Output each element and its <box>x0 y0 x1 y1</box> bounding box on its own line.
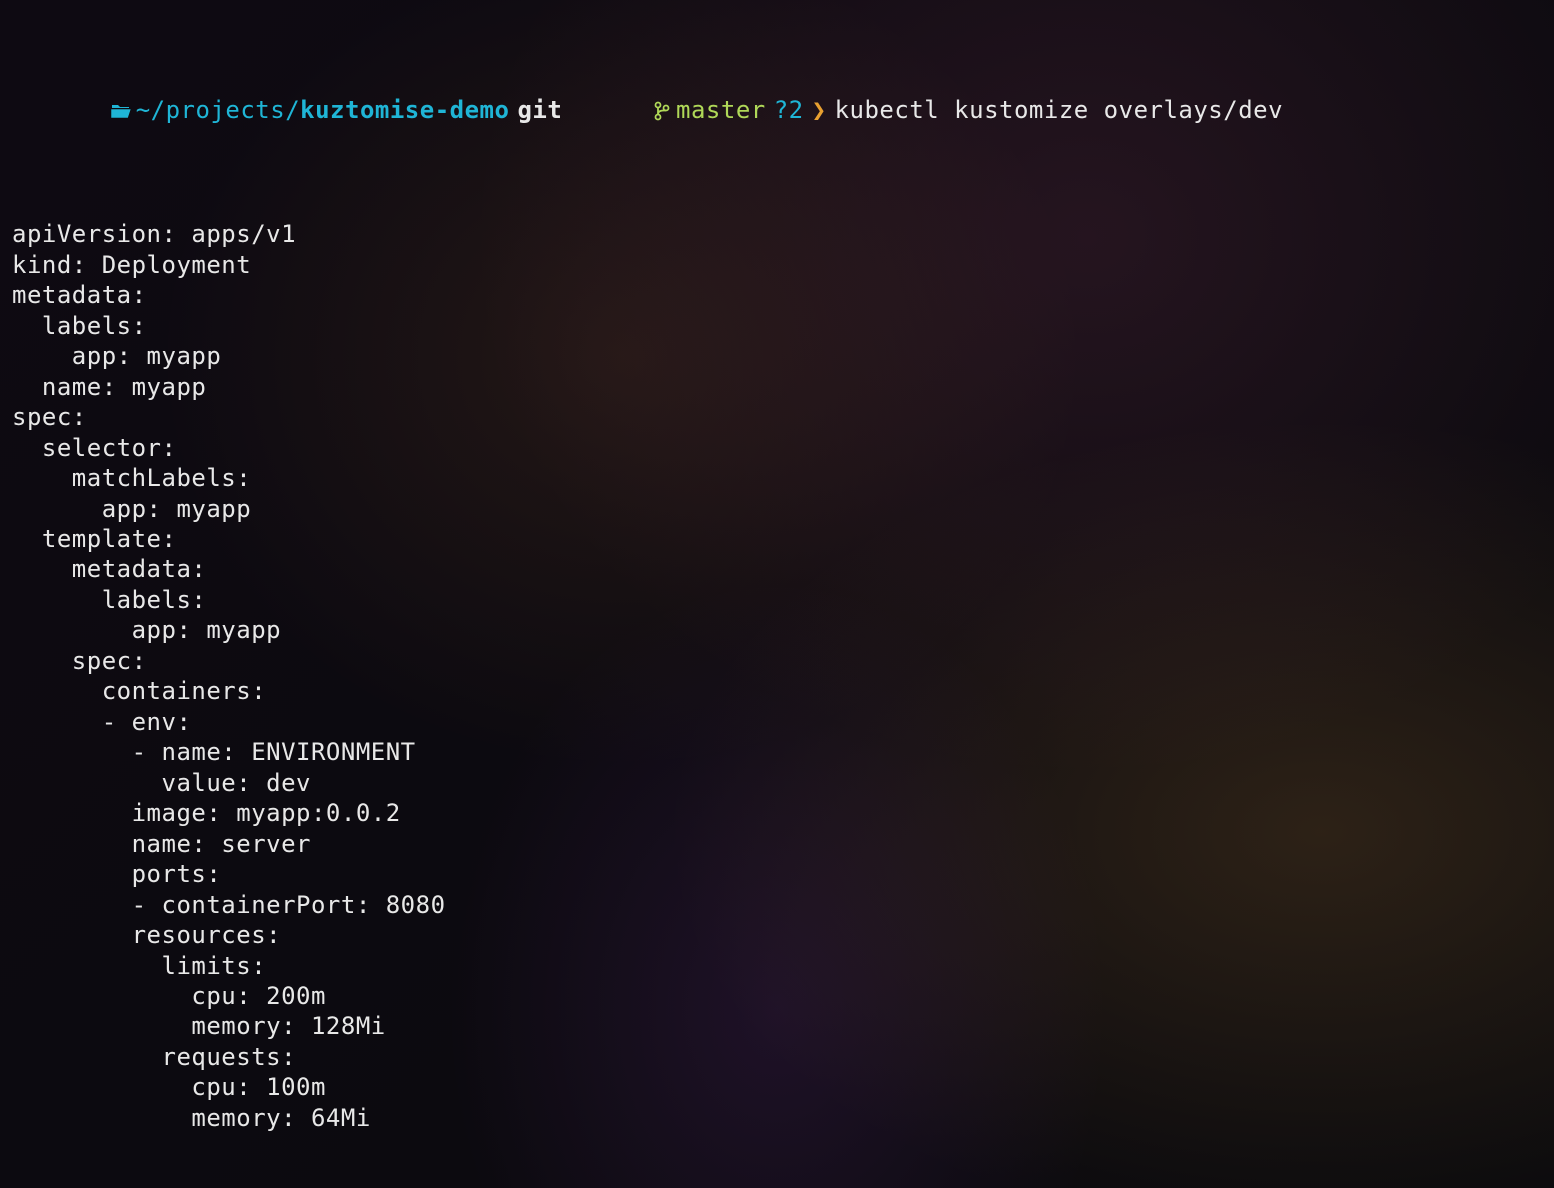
yaml-output-line: memory: 64Mi <box>12 1103 1542 1133</box>
yaml-output-line: cpu: 200m <box>12 981 1542 1011</box>
yaml-output-line: memory: 128Mi <box>12 1011 1542 1041</box>
yaml-output-line: image: myapp:0.0.2 <box>12 798 1542 828</box>
yaml-output-line: name: myapp <box>12 372 1542 402</box>
git-label: git <box>517 95 562 125</box>
yaml-output-line: selector: <box>12 433 1542 463</box>
yaml-output-line: metadata: <box>12 280 1542 310</box>
yaml-output-line: apiVersion: apps/v1 <box>12 219 1542 249</box>
branch-name: master <box>676 95 766 125</box>
yaml-output-line: - containerPort: 8080 <box>12 890 1542 920</box>
yaml-output-line: resources: <box>12 920 1542 950</box>
yaml-output-line: - name: ENVIRONMENT <box>12 737 1542 767</box>
yaml-output-line: labels: <box>12 585 1542 615</box>
yaml-output-line: cpu: 100m <box>12 1072 1542 1102</box>
yaml-output-line: matchLabels: <box>12 463 1542 493</box>
command-text: kubectl kustomize overlays/dev <box>835 95 1283 125</box>
prompt-arrow-icon: ❯ <box>812 95 827 125</box>
yaml-output-line: - env: <box>12 707 1542 737</box>
git-status-flag: ?2 <box>774 95 804 125</box>
yaml-output-line: name: server <box>12 829 1542 859</box>
yaml-output-line: app: myapp <box>12 341 1542 371</box>
branch-icon <box>564 65 670 156</box>
yaml-output-line: template: <box>12 524 1542 554</box>
yaml-output-line: containers: <box>12 676 1542 706</box>
yaml-output-line: kind: Deployment <box>12 250 1542 280</box>
yaml-output-line: ports: <box>12 859 1542 889</box>
path-prefix: ~/projects/ <box>136 95 300 125</box>
yaml-output-line: value: dev <box>12 768 1542 798</box>
yaml-output-line: requests: <box>12 1042 1542 1072</box>
yaml-output-line: spec: <box>12 646 1542 676</box>
yaml-output-line: limits: <box>12 951 1542 981</box>
command-output: apiVersion: apps/v1kind: Deploymentmetad… <box>12 219 1542 1133</box>
project-name: kuztomise-demo <box>300 95 509 125</box>
yaml-output-line: spec: <box>12 402 1542 432</box>
yaml-output-line: app: myapp <box>12 615 1542 645</box>
yaml-output-line: metadata: <box>12 554 1542 584</box>
folder-icon <box>20 65 132 156</box>
yaml-output-line: labels: <box>12 311 1542 341</box>
prompt-line: ~/projects/kuztomise-demo git master ?2 … <box>12 65 1542 156</box>
yaml-output-line: app: myapp <box>12 494 1542 524</box>
terminal-window[interactable]: ~/projects/kuztomise-demo git master ?2 … <box>0 0 1554 1168</box>
